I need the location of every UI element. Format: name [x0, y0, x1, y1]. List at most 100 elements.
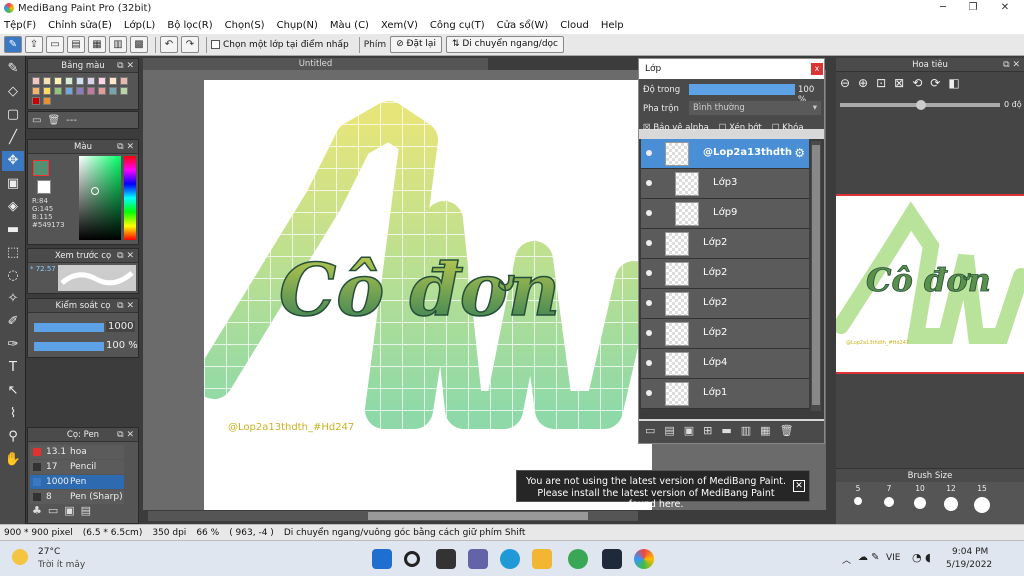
lasso-tool-icon[interactable]: ◌	[2, 266, 24, 286]
color-swatch[interactable]	[76, 77, 84, 85]
brush-size-slider[interactable]	[34, 323, 104, 332]
visibility-eye-icon[interactable]	[646, 150, 652, 156]
color-swatch[interactable]	[109, 87, 117, 95]
blend-select[interactable]: Bình thường ▾	[689, 101, 821, 115]
operation-tool-icon[interactable]: ↖	[2, 381, 24, 401]
color-swatch[interactable]	[43, 77, 51, 85]
color-swatch[interactable]	[109, 77, 117, 85]
opacity-slider[interactable]	[689, 84, 795, 95]
color-swatch[interactable]	[65, 77, 73, 85]
color-swatch[interactable]	[98, 87, 106, 95]
menu-capture[interactable]: Chụp(N)	[277, 20, 318, 31]
layers-close-button[interactable]: x	[811, 63, 823, 75]
store-icon[interactable]	[602, 549, 622, 569]
layer-row[interactable]: Lớp2	[641, 259, 809, 289]
brush-size-value[interactable]: 1000	[106, 321, 136, 332]
brush-size-option[interactable]: 7	[875, 484, 903, 507]
redo-icon[interactable]: ↷	[181, 36, 199, 53]
brush-list-toolbar[interactable]: ♣▭▣▤	[32, 504, 97, 517]
document-tab[interactable]: Untitled	[143, 58, 488, 70]
menu-tools[interactable]: Công cụ(T)	[430, 20, 485, 31]
line-tool-icon[interactable]: ╱	[2, 128, 24, 148]
menu-color[interactable]: Màu (C)	[330, 20, 369, 31]
color-swatch[interactable]	[98, 77, 106, 85]
gradient-tool-icon[interactable]: ▬	[2, 220, 24, 240]
doc-icon[interactable]: ▦	[88, 36, 106, 53]
weather-icon[interactable]	[12, 549, 28, 565]
explorer-icon[interactable]	[532, 549, 552, 569]
move-tool-icon[interactable]: ✥	[2, 151, 24, 171]
menu-view[interactable]: Xem(V)	[381, 20, 418, 31]
layer-scrollbar[interactable]	[811, 141, 821, 411]
minimize-button[interactable]: ─	[928, 1, 958, 15]
maximize-button[interactable]: ❐	[958, 1, 988, 15]
panel-close-icon[interactable]: ⧉ ✕	[117, 299, 134, 313]
notice-close-button[interactable]: ✕	[793, 480, 805, 492]
select-layer-checkbox[interactable]: Chọn một lớp tại điểm nhấp	[211, 40, 349, 50]
layer-row[interactable]: Lớp9	[641, 199, 809, 229]
medibang-icon[interactable]	[634, 549, 654, 569]
color-swatch[interactable]	[76, 87, 84, 95]
clock-date[interactable]: 5/19/2022	[946, 560, 992, 570]
protect-alpha-checkbox[interactable]: ☒ Bảo vệ alpha	[643, 123, 709, 133]
panel-close-icon[interactable]: ⧉ ✕	[1003, 58, 1020, 72]
saturation-picker[interactable]	[79, 156, 121, 240]
visibility-eye-icon[interactable]	[646, 210, 652, 216]
color-swatch[interactable]	[120, 87, 128, 95]
visibility-eye-icon[interactable]	[646, 360, 652, 366]
canvas-paper[interactable]: Cô đơn @Lop2a13thdth_#Hd247	[204, 80, 652, 510]
magic-wand-tool-icon[interactable]: ✧	[2, 289, 24, 309]
share-icon[interactable]: ⇪	[25, 36, 43, 53]
color-swatch[interactable]	[87, 77, 95, 85]
brush-size-option[interactable]: 10	[906, 484, 934, 509]
task-view-icon[interactable]	[436, 549, 456, 569]
color-swatch[interactable]	[120, 77, 128, 85]
edge-icon[interactable]	[500, 549, 520, 569]
foreground-color[interactable]	[33, 160, 49, 176]
layer-scrollbar-thumb[interactable]	[812, 145, 820, 405]
menu-edit[interactable]: Chỉnh sửa(E)	[48, 20, 112, 31]
brush-opacity-slider[interactable]	[34, 342, 104, 351]
eraser-tool-icon[interactable]: ◇	[2, 82, 24, 102]
menu-help[interactable]: Help	[601, 20, 624, 31]
lock-checkbox[interactable]: ☐ Khóa	[772, 123, 804, 133]
eyedropper-tool-icon[interactable]: ⌇	[2, 404, 24, 424]
layer-row[interactable]: Lớp2	[641, 289, 809, 319]
reset-button[interactable]: ⊘ Đặt lại	[390, 36, 442, 53]
pen-mode-icon[interactable]: ✎	[4, 36, 22, 53]
brush-size-option[interactable]: 15	[968, 484, 996, 513]
select-eraser-tool-icon[interactable]: ✑	[2, 335, 24, 355]
hue-slider[interactable]	[124, 156, 136, 240]
grid-icon[interactable]: ▥	[109, 36, 127, 53]
menu-window[interactable]: Cửa sổ(W)	[497, 20, 549, 31]
brush-size-option[interactable]: 5	[844, 484, 872, 505]
network-icon[interactable]: ◔ ◖	[912, 551, 931, 564]
layer-row[interactable]: Lớp2	[641, 229, 809, 259]
dropper-tool-icon[interactable]: ⚲	[2, 427, 24, 447]
visibility-eye-icon[interactable]	[646, 390, 652, 396]
layers-icon[interactable]: ▤	[67, 36, 85, 53]
start-icon[interactable]	[372, 549, 392, 569]
visibility-eye-icon[interactable]	[646, 330, 652, 336]
layer-row[interactable]: @Lop2a13thdth ⚙	[641, 139, 809, 169]
picker-cursor[interactable]	[91, 187, 99, 195]
chat-icon[interactable]	[468, 549, 488, 569]
brush-tool-icon[interactable]: ✎	[2, 59, 24, 79]
rotation-slider[interactable]	[840, 100, 1000, 110]
select-pen-tool-icon[interactable]: ✐	[2, 312, 24, 332]
color-swatch[interactable]	[32, 77, 40, 85]
brush-item[interactable]: 1000Pen	[30, 475, 124, 489]
rect-tool-icon[interactable]: ▢	[2, 105, 24, 125]
hand-tool-icon[interactable]: ✋	[2, 450, 24, 470]
transform-tool-icon[interactable]: ▣	[2, 174, 24, 194]
brush-size-option[interactable]: 12	[937, 484, 965, 511]
menu-select[interactable]: Chọn(S)	[225, 20, 265, 31]
select-tool-icon[interactable]: ⬚	[2, 243, 24, 263]
menu-layer[interactable]: Lớp(L)	[124, 20, 155, 31]
swatch-more[interactable]: ---	[66, 115, 77, 126]
menu-filter[interactable]: Bộ lọc(R)	[167, 20, 212, 31]
fill-tool-icon[interactable]: ◈	[2, 197, 24, 217]
visibility-eye-icon[interactable]	[646, 270, 652, 276]
visibility-eye-icon[interactable]	[646, 240, 652, 246]
tray-icons[interactable]: ☁ ✎	[858, 552, 880, 563]
